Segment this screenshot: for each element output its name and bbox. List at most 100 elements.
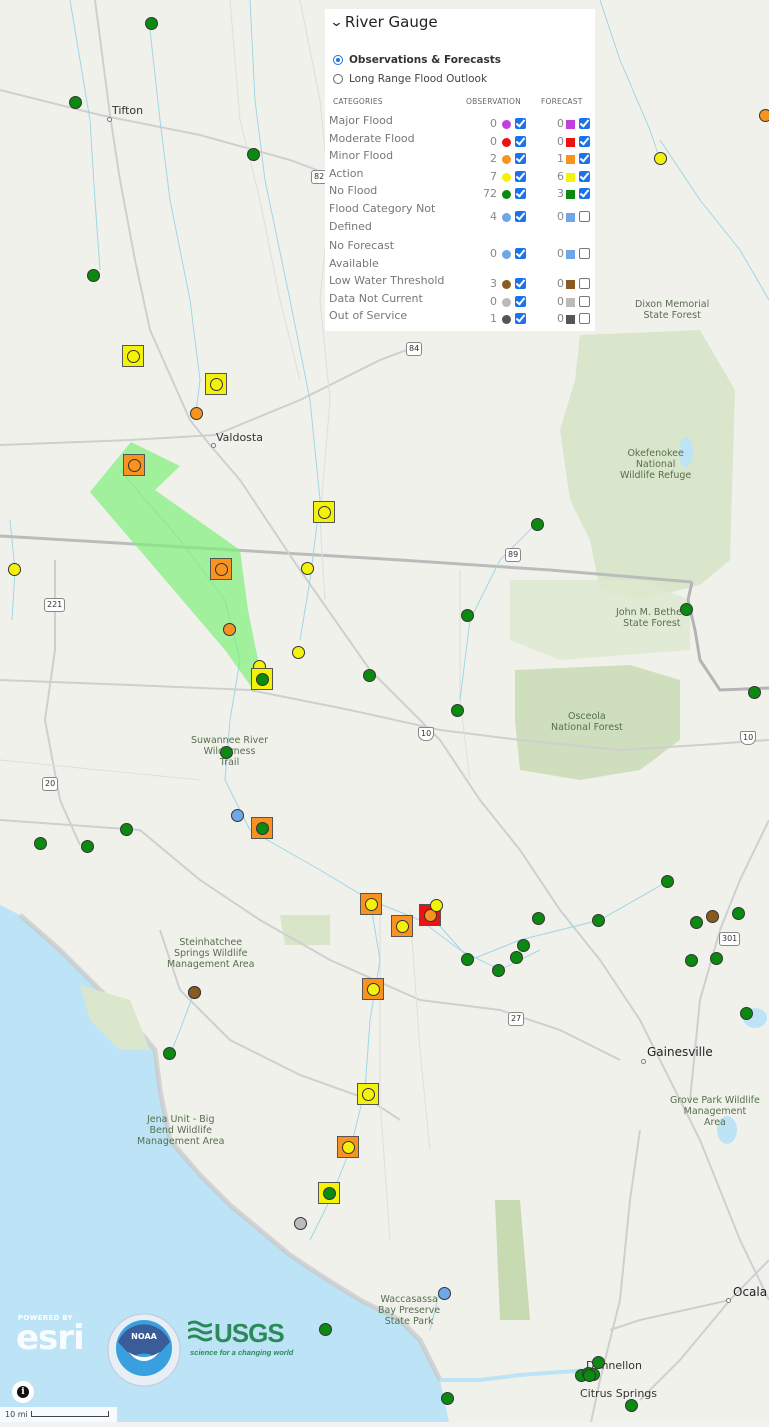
radio-button[interactable]	[333, 74, 343, 84]
observation-circle-icon	[440, 1391, 454, 1405]
observation-checkbox[interactable]	[515, 118, 526, 129]
forecast-checkbox[interactable]	[579, 211, 590, 222]
forecast-checkbox[interactable]	[579, 248, 590, 259]
forecast-count: 3	[557, 187, 564, 200]
withlacoochee-river-lake	[440, 1368, 591, 1382]
forecast-checkbox[interactable]	[579, 313, 590, 324]
observation-checkbox[interactable]	[515, 135, 526, 147]
category-label-line2: Defined	[329, 219, 372, 233]
city-marker-valdosta	[211, 443, 216, 448]
forecast-symbol-square-icon	[566, 315, 575, 324]
observation-circle-icon	[530, 517, 544, 531]
forecast-symbol-square-icon	[566, 190, 575, 199]
observation-circle-icon	[255, 672, 269, 686]
observation-circle-icon	[255, 821, 269, 835]
radio-button-selected[interactable]	[333, 55, 343, 65]
route-shield-84: 84	[406, 342, 423, 356]
observation-circle-icon	[126, 349, 140, 363]
observation-circle-icon	[322, 1186, 336, 1200]
route-shield-27: 27	[508, 1012, 525, 1026]
noaa-wordmark: NOAA	[131, 1332, 157, 1341]
forecast-count: 0	[557, 210, 564, 223]
observation-circle-icon	[127, 458, 141, 472]
route-shield-i10-west: 10	[418, 727, 435, 741]
observation-circle-icon	[582, 1368, 596, 1382]
observation-circle-icon	[119, 822, 133, 836]
park-label-okefenokee: Okefenokee National Wildlife Refuge	[620, 448, 692, 481]
observation-circle-icon	[219, 745, 233, 759]
observation-circle-icon	[460, 608, 474, 622]
observation-circle-icon	[709, 951, 723, 965]
category-label: Low Water Threshold	[329, 274, 445, 287]
observation-circle-icon	[162, 1046, 176, 1060]
observation-count: 0	[490, 294, 497, 308]
forecast-checkbox[interactable]	[579, 135, 590, 147]
forecast-checkbox[interactable]	[579, 295, 590, 307]
park-label-bethea: John M. Bethea State Forest	[616, 607, 688, 629]
place-label-ocala: Ocala	[733, 1285, 768, 1299]
observation-circle-icon	[747, 685, 761, 699]
observation-circle-icon	[437, 1286, 451, 1300]
category-label: Data Not Current	[329, 291, 423, 305]
usgs-wordmark: USGS	[214, 1318, 285, 1348]
observation-circle-icon	[300, 561, 314, 575]
forecast-checkbox[interactable]	[579, 278, 590, 289]
esri-logo: POWERED BY esri	[16, 1312, 88, 1358]
forecast-checkbox[interactable]	[579, 118, 590, 129]
forecast-count: 0	[557, 294, 564, 308]
observation-checkbox[interactable]	[515, 278, 526, 289]
observation-checkbox[interactable]	[515, 170, 526, 182]
state-line-river	[686, 581, 769, 692]
observation-circle-icon	[246, 147, 260, 161]
observation-checkbox[interactable]	[515, 313, 526, 324]
radio-observations-forecasts[interactable]: Observations & Forecasts	[333, 54, 501, 66]
category-row: Out of Service 1 0	[325, 308, 595, 326]
info-button[interactable]: i	[12, 1381, 34, 1403]
observation-checkbox[interactable]	[515, 248, 526, 259]
park-southwest	[495, 1200, 530, 1320]
observation-circle-icon	[362, 668, 376, 682]
map-view[interactable]: Tifton Valdosta Gainesville Ocala Dunnel…	[0, 0, 769, 1427]
radio-long-range-outlook[interactable]: Long Range Flood Outlook	[333, 73, 487, 85]
river-steinhatchee	[169, 989, 196, 1056]
observation-checkbox[interactable]	[515, 188, 526, 199]
place-label-tifton: Tifton	[112, 104, 144, 117]
observation-circle-icon	[68, 95, 82, 109]
observation-circle-icon	[230, 808, 244, 822]
observation-circle-icon	[144, 16, 158, 30]
observation-circle-icon	[491, 963, 505, 977]
forecast-checkbox[interactable]	[579, 188, 590, 199]
category-row: Low Water Threshold 3 0	[325, 273, 595, 291]
river-withlacoochee	[149, 29, 201, 421]
forecast-checkbox[interactable]	[579, 153, 590, 164]
forecast-checkbox[interactable]	[579, 170, 590, 182]
park-label-dixon: Dixon Memorial State Forest	[635, 299, 710, 321]
legend-title: River Gauge	[344, 13, 438, 31]
park-label-steinhatchee: Steinhatchee Springs Wildlife Management A…	[167, 937, 255, 970]
park-west	[280, 915, 330, 945]
observation-circle-icon	[366, 982, 380, 996]
observation-circle-icon	[291, 645, 305, 659]
forecast-symbol-square-icon	[566, 213, 575, 222]
observation-circle-icon	[429, 898, 443, 912]
observation-circle-icon	[450, 703, 464, 717]
place-label-valdosta: Valdosta	[216, 431, 263, 444]
highway-south	[589, 1129, 641, 1427]
observation-circle-icon	[187, 985, 201, 999]
legend-collapse-toggle[interactable]: ⌄ River Gauge	[329, 13, 438, 31]
forecast-count: 0	[557, 247, 564, 260]
observation-circle-icon	[364, 897, 378, 911]
observation-symbol-circle-icon	[502, 315, 511, 324]
observation-checkbox[interactable]	[515, 153, 526, 164]
observation-circle-icon	[689, 915, 703, 929]
observation-circle-icon	[591, 1355, 605, 1369]
chevron-down-icon: ⌄	[329, 14, 344, 30]
header-categories: CATEGORIES	[333, 97, 383, 106]
observation-checkbox[interactable]	[515, 211, 526, 222]
river-santa-fe	[429, 879, 671, 961]
observation-checkbox[interactable]	[515, 295, 526, 307]
category-row: Major Flood 0 0	[325, 113, 595, 131]
observation-count: 72	[483, 187, 497, 200]
highway-us84	[0, 344, 421, 446]
river-gauge-legend: ⌄ River Gauge Observations & Forecasts L…	[325, 9, 595, 331]
